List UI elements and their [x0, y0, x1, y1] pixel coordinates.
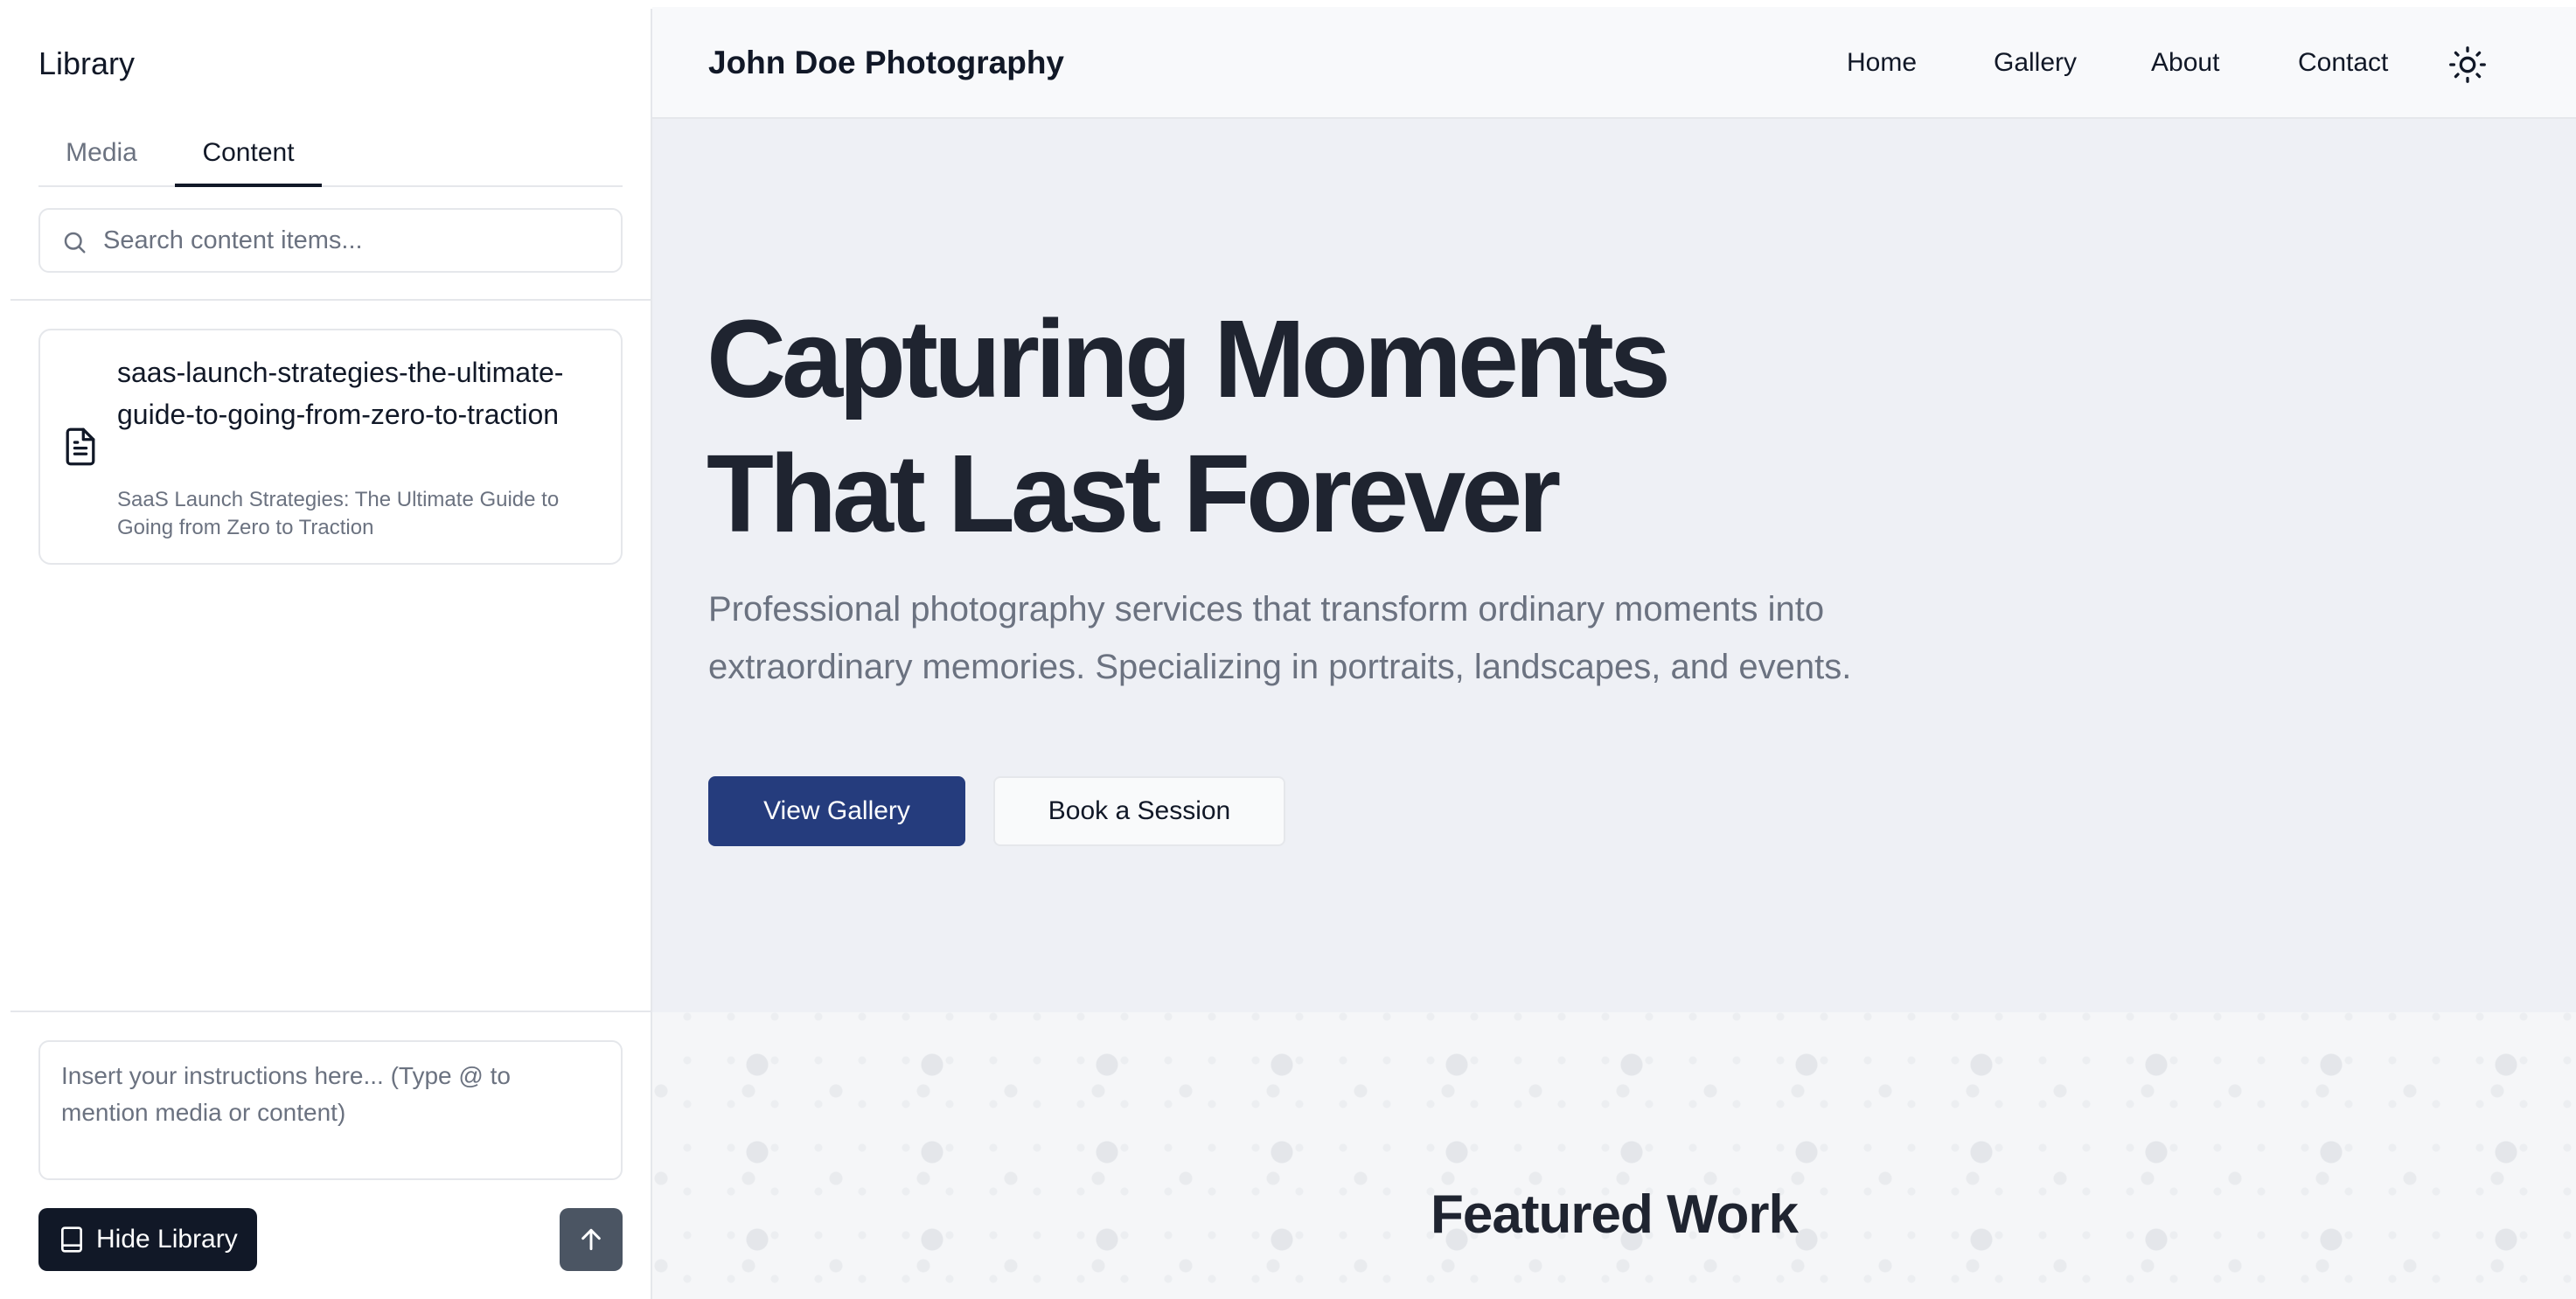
hero-title: Capturing Moments That Last Forever: [707, 292, 1931, 561]
hide-library-label: Hide Library: [96, 1225, 238, 1254]
content-item-card[interactable]: saas-launch-strategies-the-ultimate-guid…: [38, 329, 623, 565]
tab-media[interactable]: Media: [38, 122, 164, 187]
content-item-title: saas-launch-strategies-the-ultimate-guid…: [117, 357, 564, 430]
file-text-icon: [66, 427, 95, 466]
hero-title-line-2: That Last Forever: [707, 432, 1561, 555]
nav-gallery[interactable]: Gallery: [1994, 7, 2077, 119]
library-title: Library: [38, 45, 136, 81]
book-icon: [61, 1226, 82, 1253]
search-icon: [64, 232, 86, 254]
divider: [10, 1011, 651, 1012]
view-gallery-button[interactable]: View Gallery: [708, 776, 965, 846]
featured-title: Featured Work: [1431, 1184, 1799, 1245]
instructions-input[interactable]: [38, 1040, 623, 1180]
hide-library-button[interactable]: Hide Library: [38, 1208, 257, 1271]
site-preview: John Doe Photography Home Gallery About …: [652, 7, 2576, 1299]
site-navbar: John Doe Photography Home Gallery About …: [652, 7, 2576, 119]
hero-subtitle: Professional photography services that t…: [708, 590, 1852, 686]
library-tabs: Media Content: [38, 122, 623, 187]
search-box: [38, 208, 623, 273]
arrow-up-icon: [581, 1228, 601, 1251]
nav-contact[interactable]: Contact: [2298, 7, 2388, 119]
site-brand[interactable]: John Doe Photography: [708, 7, 1064, 119]
book-session-button[interactable]: Book a Session: [993, 776, 1285, 846]
library-sidebar: Library Media Content saas-launch-strate…: [10, 9, 652, 1299]
content-item-subtitle: SaaS Launch Strategies: The Ultimate Gui…: [117, 488, 560, 539]
nav-about[interactable]: About: [2151, 7, 2219, 119]
search-input[interactable]: [103, 210, 610, 271]
nav-home[interactable]: Home: [1847, 7, 1917, 119]
hero-title-line-1: Capturing Moments: [707, 297, 1671, 420]
featured-section: Featured Work: [652, 1012, 2576, 1299]
sun-icon[interactable]: [2448, 45, 2487, 84]
send-button[interactable]: [560, 1208, 623, 1271]
tab-content[interactable]: Content: [175, 122, 322, 187]
divider: [10, 299, 651, 301]
